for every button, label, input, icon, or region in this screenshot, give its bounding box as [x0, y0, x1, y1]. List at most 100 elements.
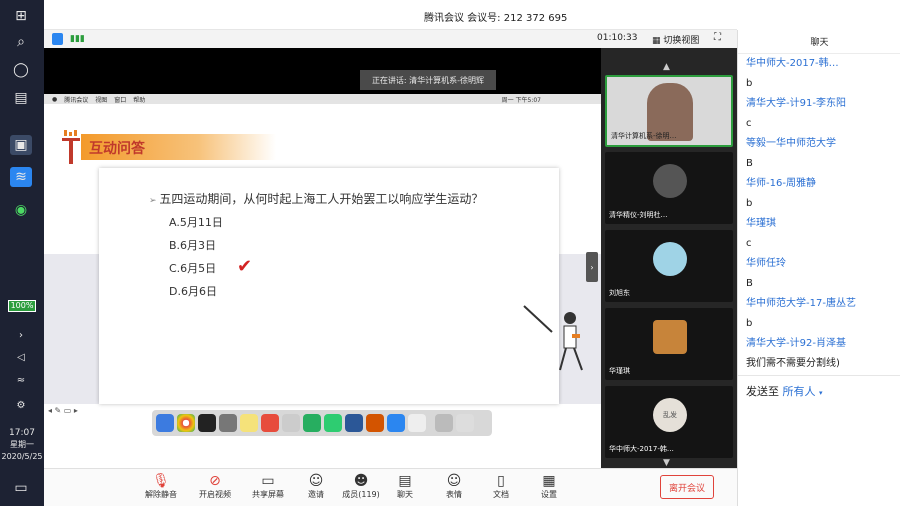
mac-menubar: ● 腾讯会议 视图 窗口 帮助 周一 下午5:07: [44, 94, 601, 104]
chat-sender-name[interactable]: 华中师范大学-17-唐丛艺: [746, 294, 896, 314]
chat-input-area[interactable]: 发送至 所有人 ▾: [738, 375, 900, 506]
chat-sender-name[interactable]: 清华大学-计92-肖泽基: [746, 334, 896, 354]
chat-sender-name[interactable]: 清华大学-计91-李东阳: [746, 94, 896, 114]
grid-icon: ▦: [652, 36, 664, 46]
chrome-icon[interactable]: [177, 414, 195, 432]
share-screen-label: 共享屏幕: [252, 490, 284, 499]
question-text: 五四运动期间，从何时起上海工人开始罢工以响应学生运动？: [159, 192, 484, 206]
tencent-meeting-dock-icon[interactable]: [387, 414, 405, 432]
chat-sender-name[interactable]: 华瑾琪: [746, 214, 896, 234]
invite-button[interactable]: ☺ 邀请: [291, 473, 341, 500]
battery-indicator[interactable]: 100%: [7, 300, 37, 312]
settings-button[interactable]: ▦ 设置: [524, 473, 574, 500]
chat-message-list[interactable]: 华中师大-2017-韩… b 清华大学-计91-李东阳 c 等毅一华中师范大学 B 华师-1…: [746, 54, 896, 400]
document-button[interactable]: ▯ 文档: [476, 473, 526, 500]
cortana-icon[interactable]: ◯: [10, 60, 32, 80]
trash-icon[interactable]: [456, 414, 474, 432]
network-icon[interactable]: ⚙: [10, 395, 32, 415]
windows-start-icon[interactable]: ⊞: [10, 6, 32, 26]
tencent-meeting-app-icon[interactable]: ≋: [10, 167, 32, 187]
members-icon: ☻: [353, 473, 369, 489]
mac-menu-item: 腾讯会议: [64, 96, 89, 104]
meeting-timer: 01:10:33: [597, 33, 638, 43]
video-tile[interactable]: 乱发 华中师大-2017-韩…: [605, 386, 733, 458]
task-view-icon[interactable]: ▤: [10, 88, 32, 108]
view-switch-button[interactable]: ▦ 切换视图: [652, 33, 699, 46]
participant-avatar: [653, 320, 687, 354]
participant-name: 清华计算机系-徐明…: [611, 132, 677, 140]
signal-icon: ▮▮▮: [70, 34, 85, 44]
chat-sender-name[interactable]: 华中师大-2017-韩…: [746, 54, 896, 74]
side-panel-toggle[interactable]: ›: [586, 252, 598, 282]
gallery-scroll-up-icon[interactable]: ▲: [663, 62, 670, 72]
mac-menu-item: 视图: [95, 96, 108, 104]
unmute-label: 解除静音: [145, 490, 177, 499]
taskbar-date: 2020/5/25: [1, 452, 43, 461]
window-title: 腾讯会议 会议号: 212 372 695: [424, 13, 568, 24]
mac-menu-item: 窗口: [114, 96, 127, 104]
slide-logo-icon: [62, 130, 80, 164]
video-tile[interactable]: 刘旭东: [605, 230, 733, 302]
emoji-button[interactable]: ☺ 表情: [429, 473, 479, 500]
chat-button[interactable]: ▤ 聊天: [380, 473, 430, 500]
powerpoint-icon[interactable]: [366, 414, 384, 432]
chat-message-text: b: [746, 198, 753, 209]
mac-dock: [152, 410, 492, 436]
notes-icon[interactable]: [240, 414, 258, 432]
send-to-label: 发送至: [746, 385, 779, 398]
folder-icon[interactable]: [435, 414, 453, 432]
app-red-icon[interactable]: [261, 414, 279, 432]
question-card: ➢ 五四运动期间，从何时起上海工人开始罢工以响应学生运动？ A.5月11日 B.…: [99, 168, 559, 404]
word-icon[interactable]: [345, 414, 363, 432]
unmute-button[interactable]: 🎙 解除静音: [136, 473, 186, 500]
share-screen-button[interactable]: ▭ 共享屏幕: [243, 473, 293, 500]
taskbar-time[interactable]: 17:07: [0, 428, 44, 438]
question-row: ➢ 五四运动期间，从何时起上海工人开始罢工以响应学生运动？: [149, 190, 483, 207]
slide-title: 互动问答: [89, 141, 145, 157]
app-icon[interactable]: [219, 414, 237, 432]
chevron-right-icon[interactable]: ›: [10, 325, 32, 345]
file-icon[interactable]: [408, 414, 426, 432]
speaking-indicator: 正在讲话: 清华计算机系-徐明辉: [360, 70, 496, 90]
apple-icon: ●: [52, 95, 58, 103]
notification-icon[interactable]: ▭: [10, 478, 32, 498]
participant-name: 华瑾琪: [609, 367, 630, 375]
wechat-app-icon[interactable]: ◉: [10, 200, 32, 220]
chat-sender-name[interactable]: 华师任玲: [746, 254, 896, 274]
chat-message-text: 我们需不需要分割线): [746, 358, 840, 369]
start-video-button[interactable]: ⊘ 开启视频: [190, 473, 240, 500]
gallery-scroll-down-icon[interactable]: ▼: [663, 458, 670, 468]
chevron-down-icon: ▾: [819, 389, 823, 397]
bullet-icon: ➢: [149, 196, 160, 206]
preview-icon[interactable]: [282, 414, 300, 432]
chat-sender-name[interactable]: 华师-16-周雅静: [746, 174, 896, 194]
wifi-icon[interactable]: ≈: [10, 370, 32, 390]
pycharm-icon[interactable]: [303, 414, 321, 432]
invite-label: 邀请: [308, 490, 324, 499]
settings-label: 设置: [541, 490, 557, 499]
search-icon[interactable]: ⌕: [10, 32, 32, 52]
send-target-value: 所有人: [782, 385, 816, 398]
volume-icon[interactable]: ◁: [10, 347, 32, 367]
shared-screen: ● 腾讯会议 视图 窗口 帮助 周一 下午5:07 互动问答 ➢ 五四运动期间，…: [44, 94, 601, 470]
send-target-dropdown[interactable]: 所有人 ▾: [783, 385, 823, 398]
video-tile[interactable]: 清华精仪-刘明杜…: [605, 152, 733, 224]
slide-nav-controls[interactable]: ◂ ✎ ▭ ▸: [48, 406, 78, 415]
taskbar-weekday: 星期一: [10, 440, 34, 449]
participant-avatar: [653, 242, 687, 276]
leave-meeting-button[interactable]: 离开会议: [660, 475, 714, 499]
terminal-icon[interactable]: [198, 414, 216, 432]
participant-name: 清华精仪-刘明杜…: [609, 211, 668, 219]
fullscreen-icon[interactable]: ⛶: [714, 32, 721, 43]
video-tile[interactable]: 清华计算机系-徐明…: [605, 75, 733, 147]
participant-name: 刘旭东: [609, 289, 630, 297]
video-tile[interactable]: 华瑾琪: [605, 308, 733, 380]
chat-sender-name[interactable]: 等毅一华中师范大学: [746, 134, 896, 154]
finder-icon[interactable]: [156, 414, 174, 432]
camera-app-icon[interactable]: ▣: [10, 135, 32, 155]
wechat-dock-icon[interactable]: [324, 414, 342, 432]
option-b: B.6月3日: [169, 239, 217, 252]
meeting-toolbar: 🎙 解除静音 ⊘ 开启视频 ▭ 共享屏幕 ☺ 邀请 ☻ 成员(119) ▤ 聊天 ☺ 表情 ▯…: [44, 468, 737, 506]
members-button[interactable]: ☻ 成员(119): [336, 473, 386, 500]
window-titlebar: 腾讯会议 会议号: 212 372 695: [44, 0, 737, 30]
